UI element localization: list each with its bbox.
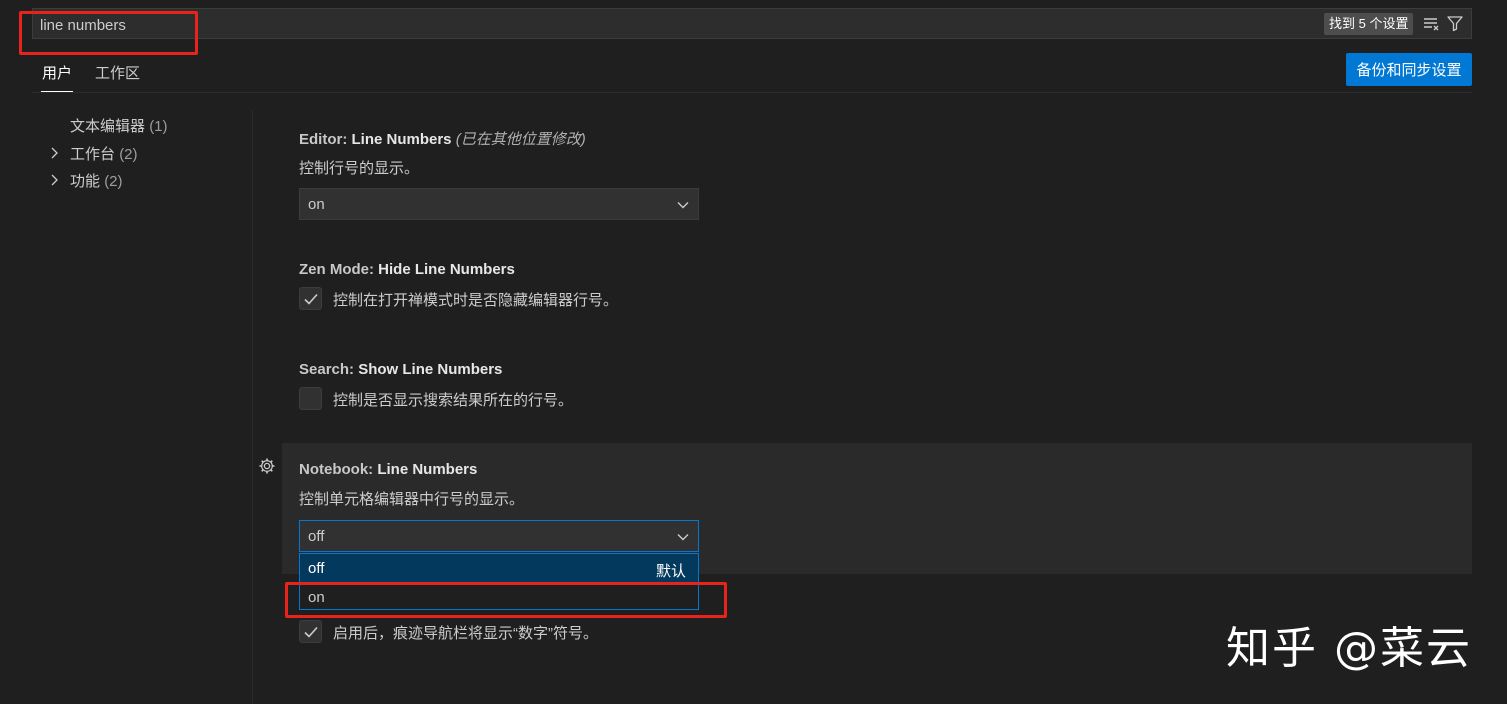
select-value: on xyxy=(308,196,325,213)
toc-label: 功能 xyxy=(70,173,101,190)
option-label: off xyxy=(308,560,325,577)
toc-count: (2) xyxy=(119,146,138,163)
chevron-down-icon xyxy=(677,202,689,209)
setting-category: Notebook: xyxy=(299,461,378,478)
gear-icon[interactable] xyxy=(258,457,276,475)
clear-filter-icon[interactable] xyxy=(1422,15,1440,33)
toc-item-text-editor[interactable]: 文本编辑器 (1) xyxy=(50,115,168,137)
toc-count: (1) xyxy=(149,118,168,135)
toc-divider xyxy=(252,110,253,704)
check-icon xyxy=(304,293,318,305)
notebook-line-numbers-dropdown: off 默认 on xyxy=(299,553,699,610)
toc-label: 文本编辑器 xyxy=(70,118,146,135)
setting-name: Line Numbers xyxy=(351,131,452,148)
setting-name: Show Line Numbers xyxy=(358,361,503,378)
tab-user[interactable]: 用户 xyxy=(41,62,74,92)
check-icon xyxy=(304,626,318,638)
tabs-divider xyxy=(32,92,1472,93)
option-label: on xyxy=(308,589,325,606)
filter-icon[interactable] xyxy=(1446,14,1464,32)
search-results-count: 找到 5 个设置 xyxy=(1324,13,1414,35)
notebook-line-numbers-select[interactable]: off xyxy=(299,520,699,552)
dropdown-option-on[interactable]: on xyxy=(300,583,698,611)
toc-item-features[interactable]: 功能 (2) xyxy=(50,170,123,192)
setting-modified-note[interactable]: (已在其他位置修改) xyxy=(456,131,586,148)
setting-title-editor-line-numbers: Editor: Line Numbers (已在其他位置修改) xyxy=(299,128,586,149)
setting-title-zen-mode: Zen Mode: Hide Line Numbers xyxy=(299,261,515,278)
chevron-right-icon xyxy=(50,174,70,189)
setting-category: Search: xyxy=(299,361,359,378)
zen-mode-hide-line-numbers-checkbox[interactable] xyxy=(299,287,322,310)
backup-sync-settings-button[interactable]: 备份和同步设置 xyxy=(1346,53,1472,86)
setting-description: 控制单元格编辑器中行号的显示。 xyxy=(299,491,525,508)
setting-name: Hide Line Numbers xyxy=(378,261,515,278)
settings-search-bar[interactable]: 找到 5 个设置 xyxy=(32,8,1472,39)
setting-category: Zen Mode: xyxy=(299,261,379,278)
setting-title-notebook-line-numbers: Notebook: Line Numbers xyxy=(299,461,477,478)
search-show-line-numbers-checkbox[interactable] xyxy=(299,387,322,410)
setting-description: 启用后，痕迹导航栏将显示“数字”符号。 xyxy=(333,625,598,642)
tab-workspace[interactable]: 工作区 xyxy=(95,62,140,92)
setting-name: Line Numbers xyxy=(377,461,478,478)
watermark: 知乎 @菜云 xyxy=(1226,623,1472,674)
toc-label: 工作台 xyxy=(70,146,116,163)
search-input[interactable] xyxy=(40,15,1240,35)
setting-description: 控制是否显示搜索结果所在的行号。 xyxy=(333,392,574,409)
breadcrumbs-numbers-checkbox[interactable] xyxy=(299,620,322,643)
editor-line-numbers-select[interactable]: on xyxy=(299,188,699,220)
option-default-note: 默认 xyxy=(655,563,686,580)
setting-description: 控制在打开禅模式时是否隐藏编辑器行号。 xyxy=(333,292,619,309)
toc-item-workbench[interactable]: 工作台 (2) xyxy=(50,143,138,165)
toc-count: (2) xyxy=(104,173,123,190)
dropdown-option-off[interactable]: off 默认 xyxy=(300,554,698,582)
select-value: off xyxy=(308,528,325,545)
chevron-right-icon xyxy=(50,147,70,162)
setting-category: Editor: xyxy=(299,131,352,148)
setting-title-search-line-numbers: Search: Show Line Numbers xyxy=(299,361,502,378)
setting-description: 控制行号的显示。 xyxy=(299,160,420,177)
chevron-down-icon xyxy=(677,534,689,541)
